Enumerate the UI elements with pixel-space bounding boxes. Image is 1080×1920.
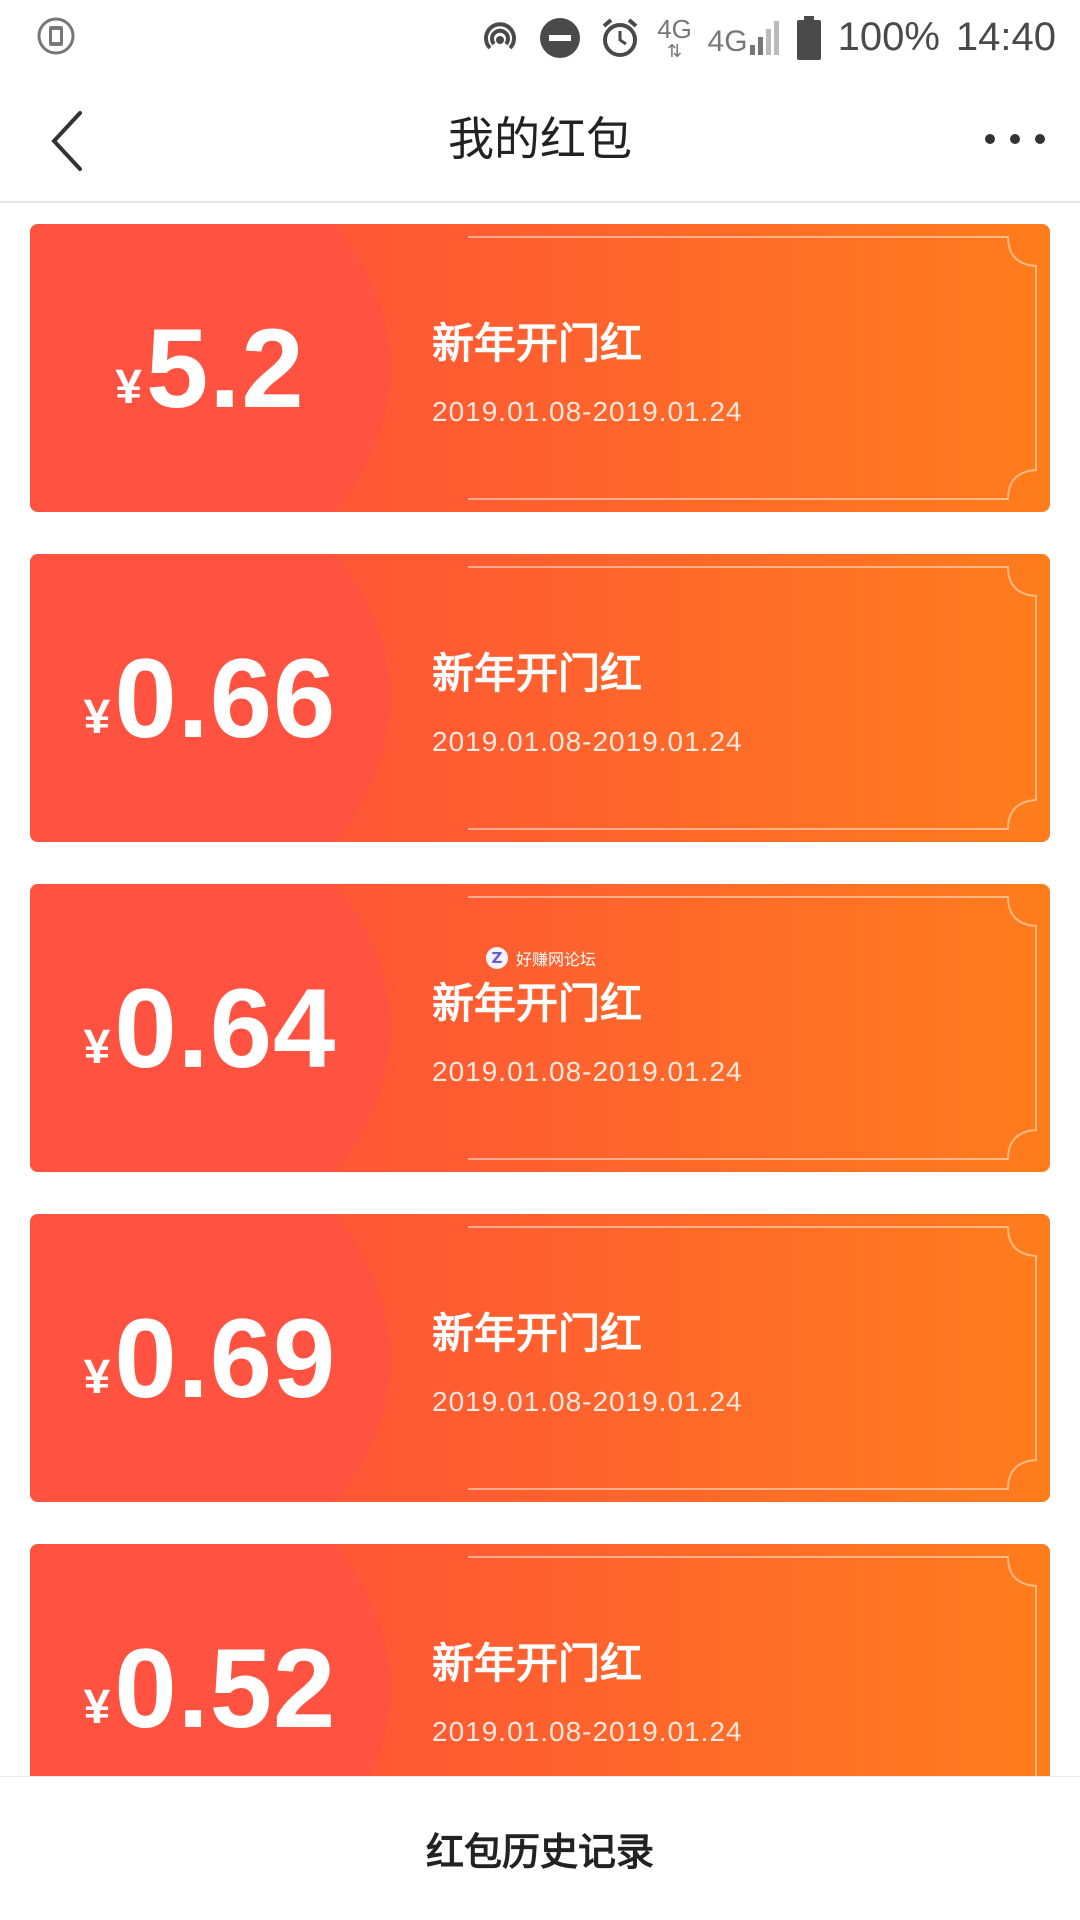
currency-symbol: ¥ [83, 1020, 111, 1074]
currency-symbol: ¥ [83, 1350, 111, 1404]
red-packet-card[interactable]: ¥ 0.64 新年开门红 2019.01.08-2019.01.24 Z 好赚网论… [30, 884, 1050, 1172]
amount-value: 0.64 [114, 965, 337, 1091]
status-bar: 4G ⇅ 4G 100% 14:40 [0, 0, 1080, 75]
more-button[interactable] [980, 119, 1050, 159]
card-amount: ¥ 0.69 [30, 1214, 390, 1502]
amount-value: 0.52 [114, 1625, 337, 1751]
more-horizontal-icon [980, 134, 1050, 163]
card-amount: ¥ 0.64 [30, 884, 390, 1172]
card-amount: ¥ 0.66 [30, 554, 390, 842]
card-validity-date: 2019.01.08-2019.01.24 [432, 1056, 743, 1087]
alarm-icon [598, 16, 642, 60]
amount-value: 0.66 [114, 635, 337, 761]
red-packet-card[interactable]: ¥ 0.69 新年开门红 2019.01.08-2019.01.24 [30, 1214, 1050, 1502]
amount-value: 5.2 [146, 305, 305, 431]
red-packet-card[interactable]: ¥ 0.66 新年开门红 2019.01.08-2019.01.24 [30, 554, 1050, 842]
amount-value: 0.69 [114, 1295, 337, 1421]
do-not-disturb-icon [538, 16, 582, 60]
card-title: 新年开门红 [432, 319, 643, 368]
red-packet-list: ¥ 5.2 新年开门红 2019.01.08-2019.01.24 ¥ 0.66… [30, 224, 1050, 1874]
sim-icon [36, 16, 76, 56]
history-button[interactable]: 红包历史记录 [0, 1776, 1080, 1920]
currency-symbol: ¥ [83, 690, 111, 744]
card-validity-date: 2019.01.08-2019.01.24 [432, 1716, 743, 1747]
card-title: 新年开门红 [432, 1309, 643, 1358]
watermark-badge: Z [486, 947, 508, 969]
card-title: 新年开门红 [432, 649, 643, 698]
red-packet-card[interactable]: ¥ 5.2 新年开门红 2019.01.08-2019.01.24 [30, 224, 1050, 512]
watermark: Z 好赚网论坛 [486, 946, 596, 970]
card-amount: ¥ 5.2 [30, 224, 390, 512]
network-4g-secondary-icon: 4G ⇅ [657, 13, 692, 61]
card-validity-date: 2019.01.08-2019.01.24 [432, 1386, 743, 1417]
currency-symbol: ¥ [83, 1680, 111, 1734]
signal-icon: 4G [708, 19, 780, 57]
battery-level: 100% [837, 15, 940, 59]
card-title: 新年开门红 [432, 979, 643, 1028]
nav-bar: 我的红包 [0, 75, 1080, 203]
currency-symbol: ¥ [115, 360, 142, 414]
card-validity-date: 2019.01.08-2019.01.24 [432, 396, 743, 427]
screen: 4G ⇅ 4G 100% 14:40 我的红包 ¥ 5.2 新年开门红 2019… [0, 0, 1080, 1920]
history-label: 红包历史记录 [425, 1830, 654, 1874]
page-title: 我的红包 [448, 112, 632, 166]
status-time: 14:40 [955, 15, 1056, 59]
battery-icon [796, 15, 822, 60]
watermark-text: 好赚网论坛 [516, 950, 597, 969]
card-validity-date: 2019.01.08-2019.01.24 [432, 726, 743, 757]
hotspot-icon [478, 16, 522, 60]
card-title: 新年开门红 [432, 1639, 643, 1688]
